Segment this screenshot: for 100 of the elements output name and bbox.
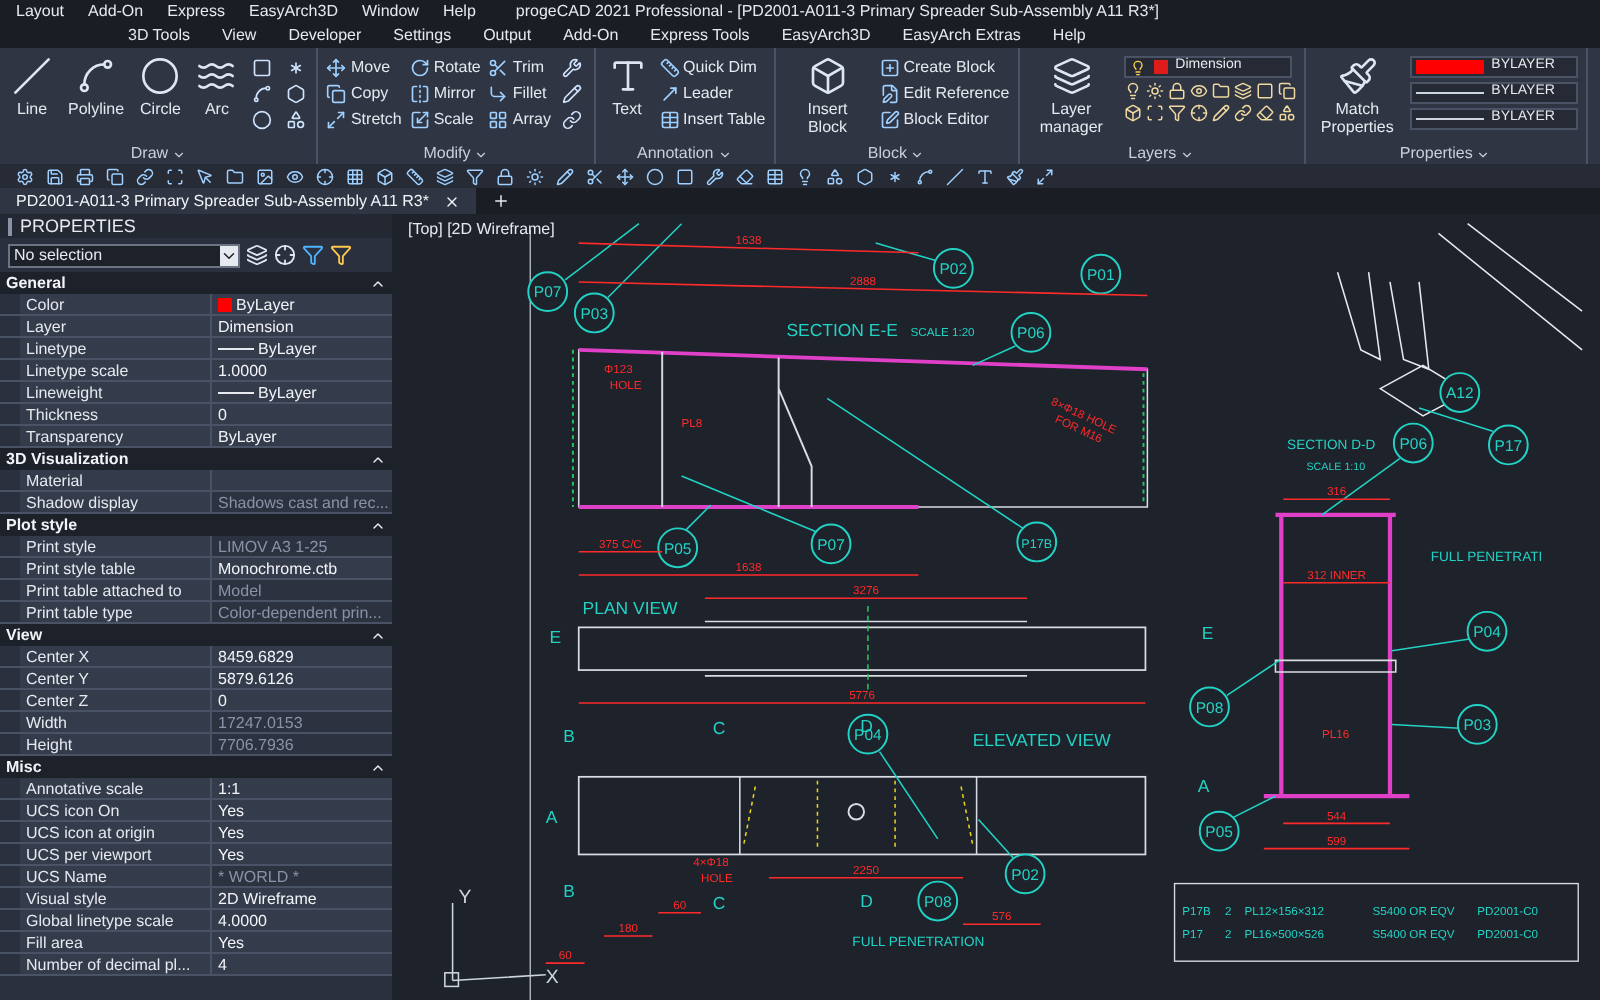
layer-tool-icon[interactable] xyxy=(1233,82,1252,100)
ribbon-tab[interactable]: Output xyxy=(483,24,532,48)
ribbon-large-button[interactable]: Line xyxy=(8,56,56,118)
toolbar-icon[interactable] xyxy=(466,167,484,185)
layer-tool-icon[interactable] xyxy=(1233,104,1252,122)
property-value-cell[interactable]: 5879.6126 xyxy=(212,668,392,688)
property-value-cell[interactable]: 0 xyxy=(212,690,392,710)
layer-tool-icon[interactable] xyxy=(1255,104,1274,122)
select-icon[interactable] xyxy=(274,244,296,266)
layer-tool-icon[interactable] xyxy=(1277,82,1296,100)
ribbon-small-button[interactable]: Mirror xyxy=(409,82,481,106)
file-tab[interactable]: PD2001-A011-3 Primary Spreader Sub-Assembly A11 R3* xyxy=(0,188,477,214)
panel-title[interactable]: Block xyxy=(783,144,1010,164)
toolbar-icon[interactable] xyxy=(856,167,874,185)
property-value-cell[interactable]: ByLayer xyxy=(212,338,392,358)
property-value-cell[interactable]: Yes xyxy=(212,932,392,952)
menu-item[interactable]: EasyArch3D xyxy=(249,0,338,24)
ribbon-small-button[interactable]: Block Editor xyxy=(879,108,1010,132)
ribbon-tab[interactable]: EasyArch3D xyxy=(781,24,871,48)
toolbar-icon[interactable] xyxy=(766,167,784,185)
layer-tool-icon[interactable] xyxy=(1277,104,1296,122)
ribbon-large-button[interactable]: Insert Block xyxy=(783,56,872,136)
toolbar-icon[interactable] xyxy=(226,167,244,185)
toolbar-icon[interactable] xyxy=(826,167,844,185)
tool-button[interactable] xyxy=(248,82,275,104)
toolbar-icon[interactable] xyxy=(946,167,964,185)
ribbon-large-button[interactable]: Layer manager xyxy=(1027,56,1116,136)
ribbon-small-button[interactable]: Scale xyxy=(409,108,481,132)
toolbar-icon[interactable] xyxy=(406,167,424,185)
toolbar-icon[interactable] xyxy=(346,167,364,185)
tool-button[interactable] xyxy=(559,56,586,78)
new-tab-icon[interactable] xyxy=(492,192,511,210)
ribbon-large-button[interactable]: Text xyxy=(603,56,652,118)
ribbon-tab[interactable]: EasyArch Extras xyxy=(902,24,1021,48)
ribbon-tab[interactable]: Help xyxy=(1052,24,1086,48)
toolbar-icon[interactable] xyxy=(586,167,604,185)
property-value-cell[interactable]: 8459.6829 xyxy=(212,646,392,666)
property-value-cell[interactable] xyxy=(212,470,392,490)
toolbar-icon[interactable] xyxy=(196,167,214,185)
ribbon-small-button[interactable]: Quick Dim xyxy=(659,56,766,80)
property-value-cell[interactable]: Yes xyxy=(212,822,392,842)
menu-item[interactable]: Window xyxy=(361,0,419,24)
ribbon-tab[interactable]: 3D Tools xyxy=(128,24,190,48)
property-value-cell[interactable]: 4 xyxy=(212,954,392,974)
toolbar-icon[interactable] xyxy=(796,167,814,185)
toggle-icon[interactable] xyxy=(246,244,268,266)
panel-title[interactable]: Properties xyxy=(1313,144,1578,164)
toolbar-icon[interactable] xyxy=(136,167,154,185)
panel-title[interactable]: Modify xyxy=(326,144,586,164)
property-value-cell[interactable]: Dimension xyxy=(212,316,392,336)
panel-title[interactable]: Layers xyxy=(1027,144,1296,164)
toolbar-icon[interactable] xyxy=(736,167,754,185)
filter-icon[interactable] xyxy=(330,244,352,266)
viewport-label[interactable]: [Top] [2D Wireframe] xyxy=(408,218,555,242)
close-icon[interactable] xyxy=(444,193,461,209)
layer-tool-icon[interactable] xyxy=(1123,104,1142,122)
ribbon-small-button[interactable]: Edit Reference xyxy=(879,82,1010,106)
section-header[interactable]: View xyxy=(0,624,392,646)
layer-tool-icon[interactable] xyxy=(1167,82,1186,100)
ribbon-small-button[interactable]: Stretch xyxy=(326,108,402,132)
toolbar-icon[interactable] xyxy=(46,167,64,185)
property-value-cell[interactable]: 1:1 xyxy=(212,778,392,798)
property-value-cell[interactable]: 1.0000 xyxy=(212,360,392,380)
tool-button[interactable] xyxy=(559,108,586,130)
selection-dropdown[interactable]: No selection xyxy=(8,243,240,267)
ribbon-tab[interactable]: Express Tools xyxy=(650,24,750,48)
property-value-cell[interactable]: ByLayer xyxy=(212,382,392,402)
property-value-cell[interactable]: Monochrome.ctb xyxy=(212,558,392,578)
property-value-cell[interactable]: 4.0000 xyxy=(212,910,392,930)
tool-button[interactable] xyxy=(248,56,275,78)
property-value-cell[interactable]: 2D Wireframe xyxy=(212,888,392,908)
property-value-cell[interactable]: Yes xyxy=(212,800,392,820)
toolbar-icon[interactable] xyxy=(556,167,574,185)
property-value-cell[interactable]: 0 xyxy=(212,404,392,424)
toolbar-icon[interactable] xyxy=(1006,167,1024,185)
ribbon-small-button[interactable]: Rotate xyxy=(409,56,481,80)
toolbar-icon[interactable] xyxy=(76,167,94,185)
property-value-cell[interactable]: ByLayer xyxy=(212,426,392,446)
layer-tool-icon[interactable] xyxy=(1167,104,1186,122)
toolbar-icon[interactable] xyxy=(316,167,334,185)
filter-icon[interactable] xyxy=(302,244,324,266)
menu-item[interactable]: Express xyxy=(167,0,226,24)
ribbon-small-button[interactable]: Fillet xyxy=(488,82,552,106)
ribbon-small-button[interactable]: Trim xyxy=(488,56,552,80)
toolbar-icon[interactable] xyxy=(976,167,994,185)
panel-title[interactable]: Draw xyxy=(8,144,309,164)
tool-button[interactable] xyxy=(282,108,309,130)
toolbar-icon[interactable] xyxy=(1036,167,1054,185)
section-header[interactable]: 3D Visualization xyxy=(0,448,392,470)
layer-tool-icon[interactable] xyxy=(1211,104,1230,122)
layer-tool-icon[interactable] xyxy=(1123,82,1142,100)
toolbar-icon[interactable] xyxy=(166,167,184,185)
ribbon-tab[interactable]: Add-On xyxy=(563,24,619,48)
toolbar-icon[interactable] xyxy=(886,167,904,185)
ribbon-small-button[interactable]: Copy xyxy=(326,82,402,106)
ribbon-large-button[interactable]: Circle xyxy=(136,56,185,118)
toolbar-icon[interactable] xyxy=(256,167,274,185)
layer-tool-icon[interactable] xyxy=(1255,82,1274,100)
ribbon-large-button[interactable]: Polyline xyxy=(64,56,129,118)
tool-button[interactable] xyxy=(559,82,586,104)
